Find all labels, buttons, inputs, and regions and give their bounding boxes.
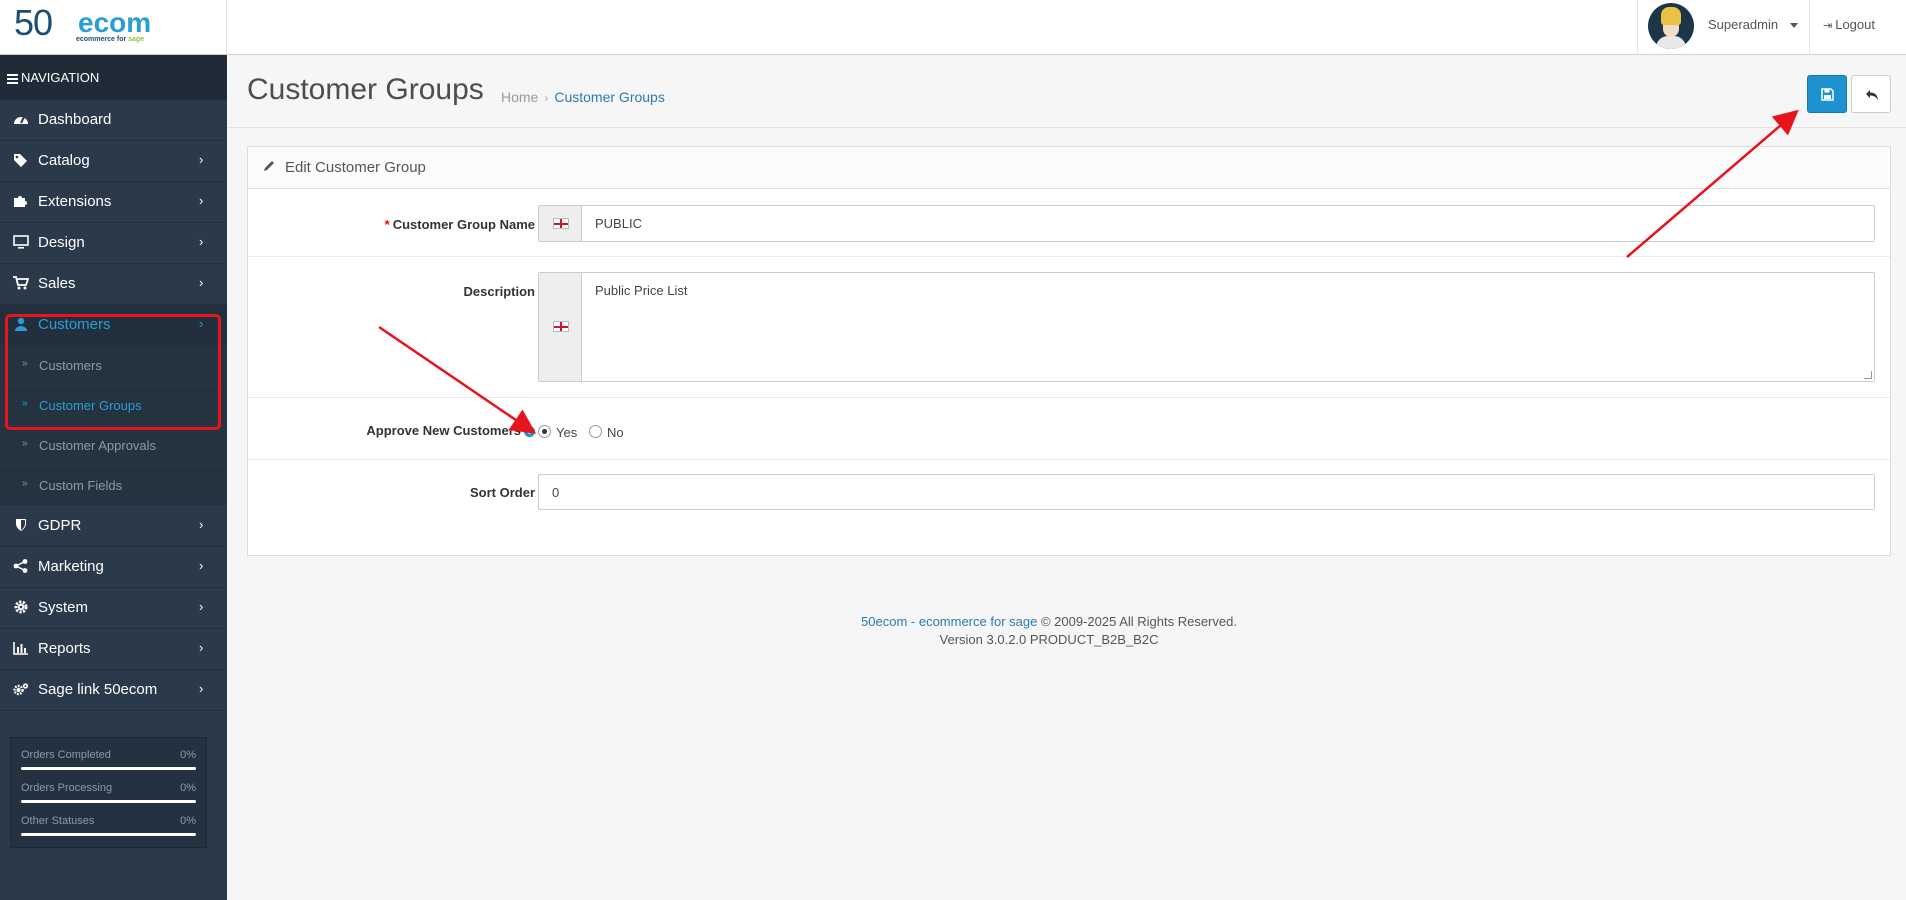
sort-order-value: 0 <box>552 485 560 500</box>
sort-order-input[interactable]: 0 <box>538 474 1875 510</box>
form-row-name: * Customer Group Name PUBLIC <box>248 189 1890 257</box>
sidebar-subitem-custom-fields[interactable]: » Custom Fields <box>0 466 227 506</box>
sidebar: NAVIGATION Dashboard Catalog › Extension… <box>0 55 227 900</box>
uk-flag-icon <box>553 321 569 332</box>
floppy-disk-icon <box>1821 88 1834 101</box>
sidebar-item-extensions[interactable]: Extensions › <box>0 182 227 223</box>
breadcrumb-current[interactable]: Customer Groups <box>554 89 664 105</box>
customer-group-name-value: PUBLIC <box>595 216 642 231</box>
back-button[interactable] <box>1851 75 1891 113</box>
chevron-right-icon: › <box>199 193 204 208</box>
main-content: Customer Groups Home › Customer Groups Edi… <box>227 55 1906 900</box>
tags-icon <box>12 153 30 169</box>
user-name: Superadmin <box>1708 17 1779 32</box>
progress-bar <box>21 800 196 803</box>
approve-no-radio[interactable] <box>589 425 602 438</box>
edit-customer-group-panel: Edit Customer Group * Customer Group Name… <box>247 146 1891 556</box>
order-stats-panel: Orders Completed 0% Orders Processing 0%… <box>10 737 207 848</box>
sort-order-label: Sort Order <box>469 485 535 500</box>
stat-other-statuses: Other Statuses 0% <box>21 810 196 843</box>
sidebar-item-reports[interactable]: Reports › <box>0 629 227 670</box>
share-icon <box>12 559 30 575</box>
logo-number: 50 <box>14 2 53 43</box>
panel-title: Edit Customer Group <box>285 159 426 176</box>
dashboard-icon <box>12 112 30 128</box>
stat-orders-processing: Orders Processing 0% <box>21 777 196 810</box>
stat-orders-completed: Orders Completed 0% <box>21 744 196 777</box>
cart-icon <box>12 276 30 292</box>
panel-heading: Edit Customer Group <box>248 147 1890 189</box>
sidebar-item-system[interactable]: System › <box>0 588 227 629</box>
approve-no-label[interactable]: No <box>607 425 624 440</box>
breadcrumb: Home › Customer Groups <box>501 89 665 105</box>
sidebar-item-sales[interactable]: Sales › <box>0 264 227 305</box>
sidebar-item-sage-link[interactable]: Sage link 50ecom › <box>0 670 227 711</box>
form-row-description: Description Public Price List <box>248 257 1890 398</box>
reply-icon <box>1866 90 1878 100</box>
resize-handle[interactable] <box>1864 371 1872 379</box>
gear-icon <box>12 600 30 616</box>
sign-out-icon: ⇥ <box>1823 20 1833 32</box>
form-row-sort-order: Sort Order 0 <box>248 460 1890 528</box>
top-header: 50 ecom ecommerce for sage Superadmin ⇥ L… <box>0 0 1906 55</box>
description-textarea[interactable]: Public Price List <box>538 272 1875 382</box>
approve-yes-label[interactable]: Yes <box>556 425 577 440</box>
sidebar-item-gdpr[interactable]: GDPR › <box>0 506 227 547</box>
chevron-right-icon: › <box>199 599 204 614</box>
customer-group-name-label: * Customer Group Name <box>384 217 535 232</box>
sidebar-item-catalog[interactable]: Catalog › <box>0 141 227 182</box>
page-header: Customer Groups Home › Customer Groups <box>227 55 1906 128</box>
double-chevron-icon: » <box>22 478 28 489</box>
chevron-right-icon: › <box>199 234 204 249</box>
double-chevron-icon: » <box>22 438 28 449</box>
footer-version: Version 3.0.2.0 PRODUCT_B2B_B2C <box>939 632 1159 647</box>
avatar[interactable] <box>1648 3 1694 49</box>
chevron-right-icon: › <box>199 558 204 573</box>
footer: 50ecom - ecommerce for sage © 2009-2025 … <box>227 613 1871 649</box>
gears-icon <box>12 682 30 698</box>
footer-brand-link[interactable]: 50ecom - ecommerce for sage <box>861 614 1037 629</box>
page-title: Customer Groups <box>247 73 484 106</box>
brand-logo[interactable]: 50 ecom ecommerce for sage <box>0 0 227 55</box>
highlight-box <box>5 314 221 430</box>
progress-bar <box>21 767 196 770</box>
puzzle-icon <box>12 194 30 210</box>
language-addon <box>539 206 582 241</box>
description-label: Description <box>463 284 535 299</box>
question-icon[interactable]: ? <box>524 426 535 437</box>
pencil-icon <box>263 159 276 176</box>
footer-line-copyright: 50ecom - ecommerce for sage © 2009-2025 … <box>861 614 1237 629</box>
logo-tagline: ecommerce for sage <box>76 36 145 43</box>
uk-flag-icon <box>553 218 569 229</box>
shield-icon <box>12 518 30 534</box>
chevron-right-icon: › <box>199 275 204 290</box>
caret-down-icon <box>1790 23 1798 28</box>
bars-icon <box>7 72 18 86</box>
approve-yes-radio[interactable] <box>538 425 551 438</box>
nav-heading: NAVIGATION <box>0 55 227 100</box>
progress-bar <box>21 833 196 836</box>
logo-word: ecom <box>78 7 152 38</box>
user-menu[interactable]: Superadmin <box>1637 0 1810 55</box>
chevron-right-icon: › <box>199 517 204 532</box>
form-row-approve: Approve New Customers? Yes No <box>248 398 1890 460</box>
save-button[interactable] <box>1807 75 1847 113</box>
chevron-right-icon: › <box>199 681 204 696</box>
description-value: Public Price List <box>595 283 688 298</box>
sidebar-item-design[interactable]: Design › <box>0 223 227 264</box>
sidebar-item-dashboard[interactable]: Dashboard <box>0 100 227 141</box>
customer-group-name-field[interactable]: PUBLIC <box>538 205 1875 242</box>
monitor-icon <box>12 235 30 251</box>
logout-link[interactable]: ⇥ Logout <box>1823 17 1875 32</box>
sidebar-item-marketing[interactable]: Marketing › <box>0 547 227 588</box>
breadcrumb-home[interactable]: Home <box>501 89 538 105</box>
chevron-right-icon: › <box>199 640 204 655</box>
approve-new-customers-label: Approve New Customers? <box>366 423 535 438</box>
chevron-right-icon: › <box>199 152 204 167</box>
bar-chart-icon <box>12 641 30 657</box>
language-addon <box>539 273 582 381</box>
sidebar-subitem-customer-approvals[interactable]: » Customer Approvals <box>0 426 227 466</box>
